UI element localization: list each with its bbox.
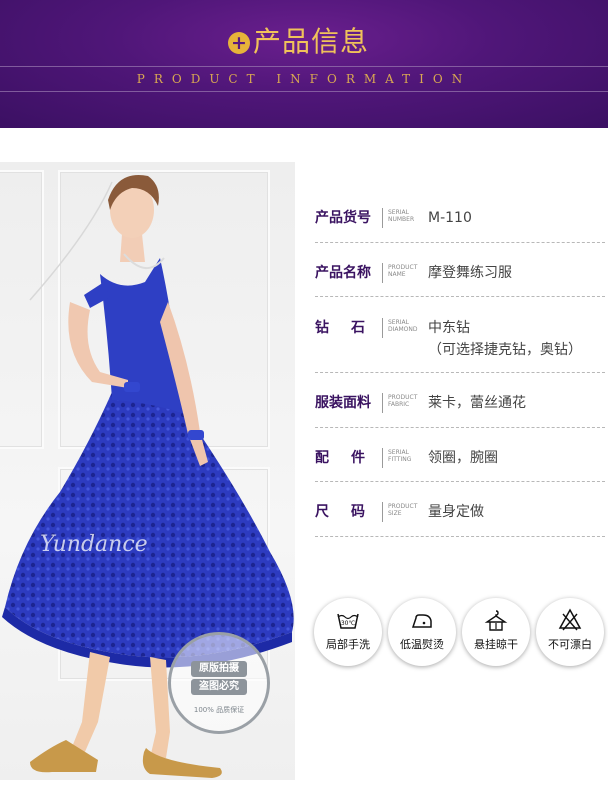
spec-separator xyxy=(382,502,383,522)
stamp-line2: 盗图必究 xyxy=(191,679,247,695)
spec-en-label: SERIAL NUMBER xyxy=(388,209,415,223)
hang-dry-icon xyxy=(484,610,508,631)
spec-label: 尺码 xyxy=(315,504,387,520)
spec-divider xyxy=(315,372,605,373)
care-hang-dry: 悬挂晾干 xyxy=(462,598,530,666)
spec-separator xyxy=(382,208,383,228)
product-info-header: + 产品信息 PRODUCT INFORMATION xyxy=(0,0,608,128)
spec-divider xyxy=(315,481,605,482)
spec-divider xyxy=(315,296,605,297)
spec-value: M-110 xyxy=(428,210,472,226)
watermark: Yundance xyxy=(40,532,148,557)
spec-label: 服装面料 xyxy=(315,395,371,411)
spec-label: 产品货号 xyxy=(315,210,371,226)
low-iron-icon xyxy=(411,614,432,628)
spec-value: 莱卡，蕾丝通花 xyxy=(428,395,526,411)
spec-divider xyxy=(315,242,605,243)
spec-separator xyxy=(382,318,383,338)
care-label: 悬挂晾干 xyxy=(474,638,518,651)
care-label: 局部手洗 xyxy=(326,638,370,651)
spec-value: 量身定做 xyxy=(428,504,484,520)
spec-en-label: PRODUCT SIZE xyxy=(388,503,418,517)
stamp-line1: 原版拍摄 xyxy=(191,661,247,677)
spec-separator xyxy=(382,393,383,413)
care-hand-wash: 30℃ 局部手洗 xyxy=(314,598,382,666)
spec-separator xyxy=(382,448,383,468)
authenticity-stamp: 原版拍摄 盗图必究 100% 品质保证 xyxy=(168,632,270,734)
spec-label: 产品名称 xyxy=(315,265,371,281)
spec-en-label: PRODUCT NAME xyxy=(388,264,418,278)
plus-icon: + xyxy=(228,32,250,54)
page-title: 产品信息 xyxy=(253,25,370,58)
page-subtitle: PRODUCT INFORMATION xyxy=(136,72,472,86)
header-divider-top xyxy=(0,66,608,67)
stamp-bottom: 100% 品质保证 xyxy=(193,706,245,714)
care-no-bleach: 不可漂白 xyxy=(536,598,604,666)
care-low-iron: 低温熨烫 xyxy=(388,598,456,666)
spec-en-label: SERIAL FITTING xyxy=(388,449,412,463)
care-label: 不可漂白 xyxy=(548,638,592,651)
spec-value: 领圈，腕圈 xyxy=(428,450,498,466)
spec-divider xyxy=(315,427,605,428)
hand-wash-icon: 30℃ xyxy=(337,613,359,629)
svg-text:30℃: 30℃ xyxy=(341,620,356,627)
spec-value: 摩登舞练习服 xyxy=(428,265,512,281)
spec-value: 中东钻 xyxy=(428,320,470,336)
spec-label: 配件 xyxy=(315,450,387,466)
spec-en-label: PRODUCT FABRIC xyxy=(388,394,418,408)
header-divider-bottom xyxy=(0,91,608,92)
care-label: 低温熨烫 xyxy=(400,638,444,651)
spec-en-label: SERIAL DIAMOND xyxy=(388,319,418,333)
spec-separator xyxy=(382,263,383,283)
no-bleach-icon xyxy=(558,608,582,631)
spec-divider xyxy=(315,536,605,537)
spec-value-secondary: （可选择捷克钻，奥钻） xyxy=(428,342,582,358)
spec-label: 钻石 xyxy=(315,320,387,336)
